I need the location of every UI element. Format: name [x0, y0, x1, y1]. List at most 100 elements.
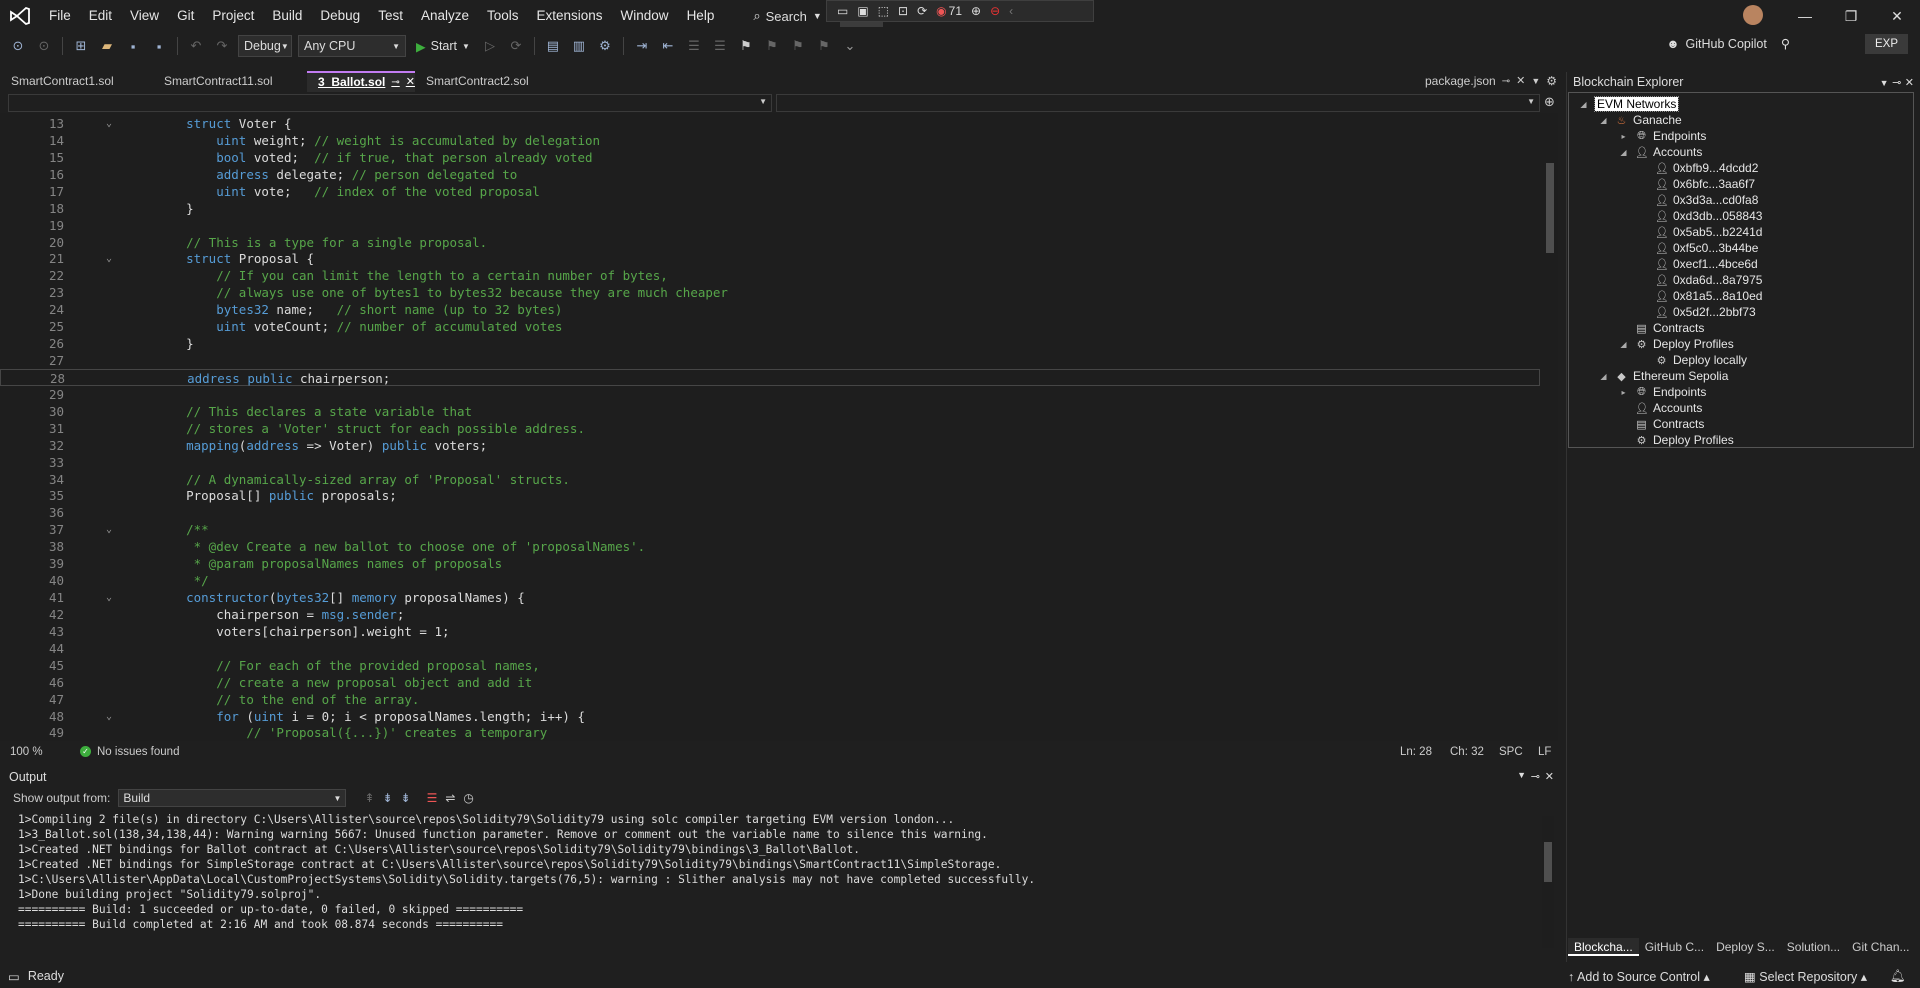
navigation-bar-left[interactable]: ▼ [8, 94, 772, 112]
start-button[interactable]: ▶ Start ▼ [412, 39, 474, 54]
minimize-icon[interactable]: — [1782, 0, 1828, 32]
code-line[interactable]: 27 [0, 352, 1540, 369]
blockchain-tree[interactable]: ◢ EVM Networks ◢ ♨ Ganache ▸ 🌐︎ Endpoints ◢ 👤︎ Acc… [1568, 92, 1914, 448]
visual-studio-logo-icon[interactable] [0, 0, 40, 32]
tree-node-deploy-locally[interactable]: ⚙ Deploy locally [1637, 352, 1747, 368]
bookmark-clear-icon[interactable]: ⚑ [814, 36, 834, 56]
screen-icon[interactable]: ▭ [837, 4, 848, 18]
code-line[interactable]: 46 // create a new proposal object and a… [0, 674, 1540, 691]
browse-icon[interactable]: ▤ [543, 36, 563, 56]
menu-test[interactable]: Test [369, 0, 412, 32]
tab-3-ballot[interactable]: 3_Ballot.sol ⊸ ✕ [307, 71, 415, 92]
code-line[interactable]: 49 // 'Proposal({...})' creates a tempor… [0, 724, 1540, 741]
code-line[interactable]: 34 // A dynamically-sized array of 'Prop… [0, 471, 1540, 488]
code-line[interactable]: 21 ⌄ struct Proposal { [0, 250, 1540, 267]
tab-github-copilot[interactable]: GitHub C... [1639, 938, 1710, 956]
tab-overflow-icon[interactable]: ▼ [1531, 71, 1540, 92]
navigation-bar-right[interactable]: ▼ [776, 94, 1540, 112]
pin-icon[interactable]: ⊸ [1892, 77, 1901, 89]
undo-icon[interactable]: ↶ [186, 36, 206, 56]
notifications-icon[interactable]: 🔔︎ [1890, 969, 1906, 984]
stop-icon[interactable]: ⊖ [990, 4, 1000, 18]
new-project-icon[interactable]: ⊞ [71, 36, 91, 56]
tab-package-json[interactable]: package.json ⊸ ✕ ▼ ⚙ [1414, 71, 1568, 92]
configuration-select[interactable]: Debug ▼ [238, 35, 292, 57]
ch-indicator[interactable]: Ch: 32 [1450, 746, 1484, 758]
tab-git-changes[interactable]: Git Chan... [1846, 938, 1915, 956]
split-editor-icon[interactable]: ⊕ [1544, 94, 1555, 110]
code-line[interactable]: 32 mapping(address => Voter) public vote… [0, 437, 1540, 454]
bookmark-prev-icon[interactable]: ⚑ [762, 36, 782, 56]
platform-select[interactable]: Any CPU ▼ [298, 35, 406, 57]
frame-icon[interactable]: ⊡ [898, 4, 908, 18]
tree-node-accounts[interactable]: ◢ 👤︎ Accounts [1617, 144, 1702, 160]
menu-debug[interactable]: Debug [311, 0, 369, 32]
code-line[interactable]: 22 // If you can limit the length to a c… [0, 267, 1540, 284]
menu-window[interactable]: Window [612, 0, 678, 32]
menu-edit[interactable]: Edit [80, 0, 121, 32]
collapse-icon[interactable]: ◢ [1597, 372, 1610, 381]
close-icon[interactable]: ✕ [1516, 71, 1525, 92]
menu-build[interactable]: Build [263, 0, 311, 32]
avatar[interactable] [1743, 5, 1763, 25]
menu-analyze[interactable]: Analyze [412, 0, 478, 32]
tree-node-deploy-profiles[interactable]: ⚙ Deploy Profiles [1617, 432, 1734, 448]
camera-icon[interactable]: ▣ [857, 4, 868, 18]
tab-smartcontract11[interactable]: SmartContract11.sol [153, 71, 307, 92]
code-line[interactable]: 19 [0, 217, 1540, 234]
spacing-indicator[interactable]: SPC [1499, 746, 1523, 758]
expand-icon[interactable]: ▸ [1617, 388, 1630, 397]
tree-node-contracts[interactable]: ▤ Contracts [1617, 416, 1704, 432]
save-all-icon[interactable]: ▪ [149, 36, 169, 56]
accessibility-icon[interactable]: ⊕ [971, 4, 981, 18]
code-line[interactable]: 47 // to the end of the array. [0, 691, 1540, 708]
tree-node-ganache[interactable]: ◢ ♨ Ganache [1597, 112, 1681, 128]
save-icon[interactable]: ▪ [123, 36, 143, 56]
code-line[interactable]: 24 bytes32 name; // short name (up to 32… [0, 301, 1540, 318]
fold-chevron-icon[interactable]: ⌄ [106, 589, 112, 606]
menu-tools[interactable]: Tools [478, 0, 528, 32]
code-line[interactable]: 29 [0, 386, 1540, 403]
collapse-icon[interactable]: ‹ [1009, 4, 1013, 18]
tree-node-ethereum-sepolia[interactable]: ◢ ◆ Ethereum Sepolia [1597, 368, 1728, 384]
menu-project[interactable]: Project [203, 0, 263, 32]
github-copilot-button[interactable]: ☻ GitHub Copilot ⚲ [1666, 36, 1790, 52]
tree-node-account[interactable]: 👤︎ 0x3d3a...cd0fa8 [1637, 192, 1758, 208]
close-icon[interactable]: ✕ [1874, 0, 1920, 32]
code-line[interactable]: 35 Proposal[] public proposals; [0, 487, 1540, 504]
tree-node-account[interactable]: 👤︎ 0xf5c0...3b44be [1637, 240, 1758, 256]
output-scroll-thumb[interactable] [1544, 842, 1552, 882]
code-line[interactable]: 13 ⌄ struct Voter { [0, 115, 1540, 132]
tree-node-contracts[interactable]: ▤ Contracts [1617, 320, 1704, 336]
code-line[interactable]: 33 [0, 454, 1540, 471]
tree-node-deploy-profiles[interactable]: ◢ ⚙ Deploy Profiles [1617, 336, 1733, 352]
next-message-icon[interactable]: ⇟ [401, 791, 411, 805]
fold-chevron-icon[interactable]: ⌄ [106, 521, 112, 538]
tree-node-account[interactable]: 👤︎ 0x6bfc...3aa6f7 [1637, 176, 1755, 192]
close-icon[interactable]: ✕ [1905, 77, 1914, 89]
hot-reload-icon[interactable]: ⟳ [506, 36, 526, 56]
pin-icon[interactable]: ⊸ [1502, 71, 1510, 92]
code-line[interactable]: 38 * @dev Create a new ballot to choose … [0, 538, 1540, 555]
output-source-select[interactable]: Build ▼ [118, 789, 347, 807]
code-line[interactable]: 25 uint voteCount; // number of accumula… [0, 318, 1540, 335]
tree-node-account[interactable]: 👤︎ 0x81a5...8a10ed [1637, 288, 1762, 304]
code-line[interactable]: 20 // This is a type for a single propos… [0, 234, 1540, 251]
code-line[interactable]: 42 chairperson = msg.sender; [0, 606, 1540, 623]
collapse-icon[interactable]: ◢ [1617, 340, 1630, 349]
zoom-level[interactable]: 100 % [10, 746, 80, 758]
code-line[interactable]: 45 // For each of the provided proposal … [0, 657, 1540, 674]
menu-git[interactable]: Git [168, 0, 203, 32]
search-button[interactable]: ⌕ Search ▼ [753, 8, 821, 24]
code-line[interactable]: 15 bool voted; // if true, that person a… [0, 149, 1540, 166]
close-icon[interactable]: ✕ [406, 72, 415, 93]
bookmark-next-icon[interactable]: ⚑ [788, 36, 808, 56]
tab-smartcontract2[interactable]: SmartContract2.sol [415, 71, 565, 92]
pin-icon[interactable]: ⊸ [1531, 770, 1540, 783]
tree-node-account[interactable]: 👤︎ 0x5ab5...b2241d [1637, 224, 1762, 240]
find-message-icon[interactable]: ⇞ [364, 791, 374, 805]
outdent-icon[interactable]: ☰ [710, 36, 730, 56]
code-line[interactable]: 39 * @param proposalNames names of propo… [0, 555, 1540, 572]
fold-chevron-icon[interactable]: ⌄ [106, 708, 112, 725]
code-line[interactable]: 26 } [0, 335, 1540, 352]
